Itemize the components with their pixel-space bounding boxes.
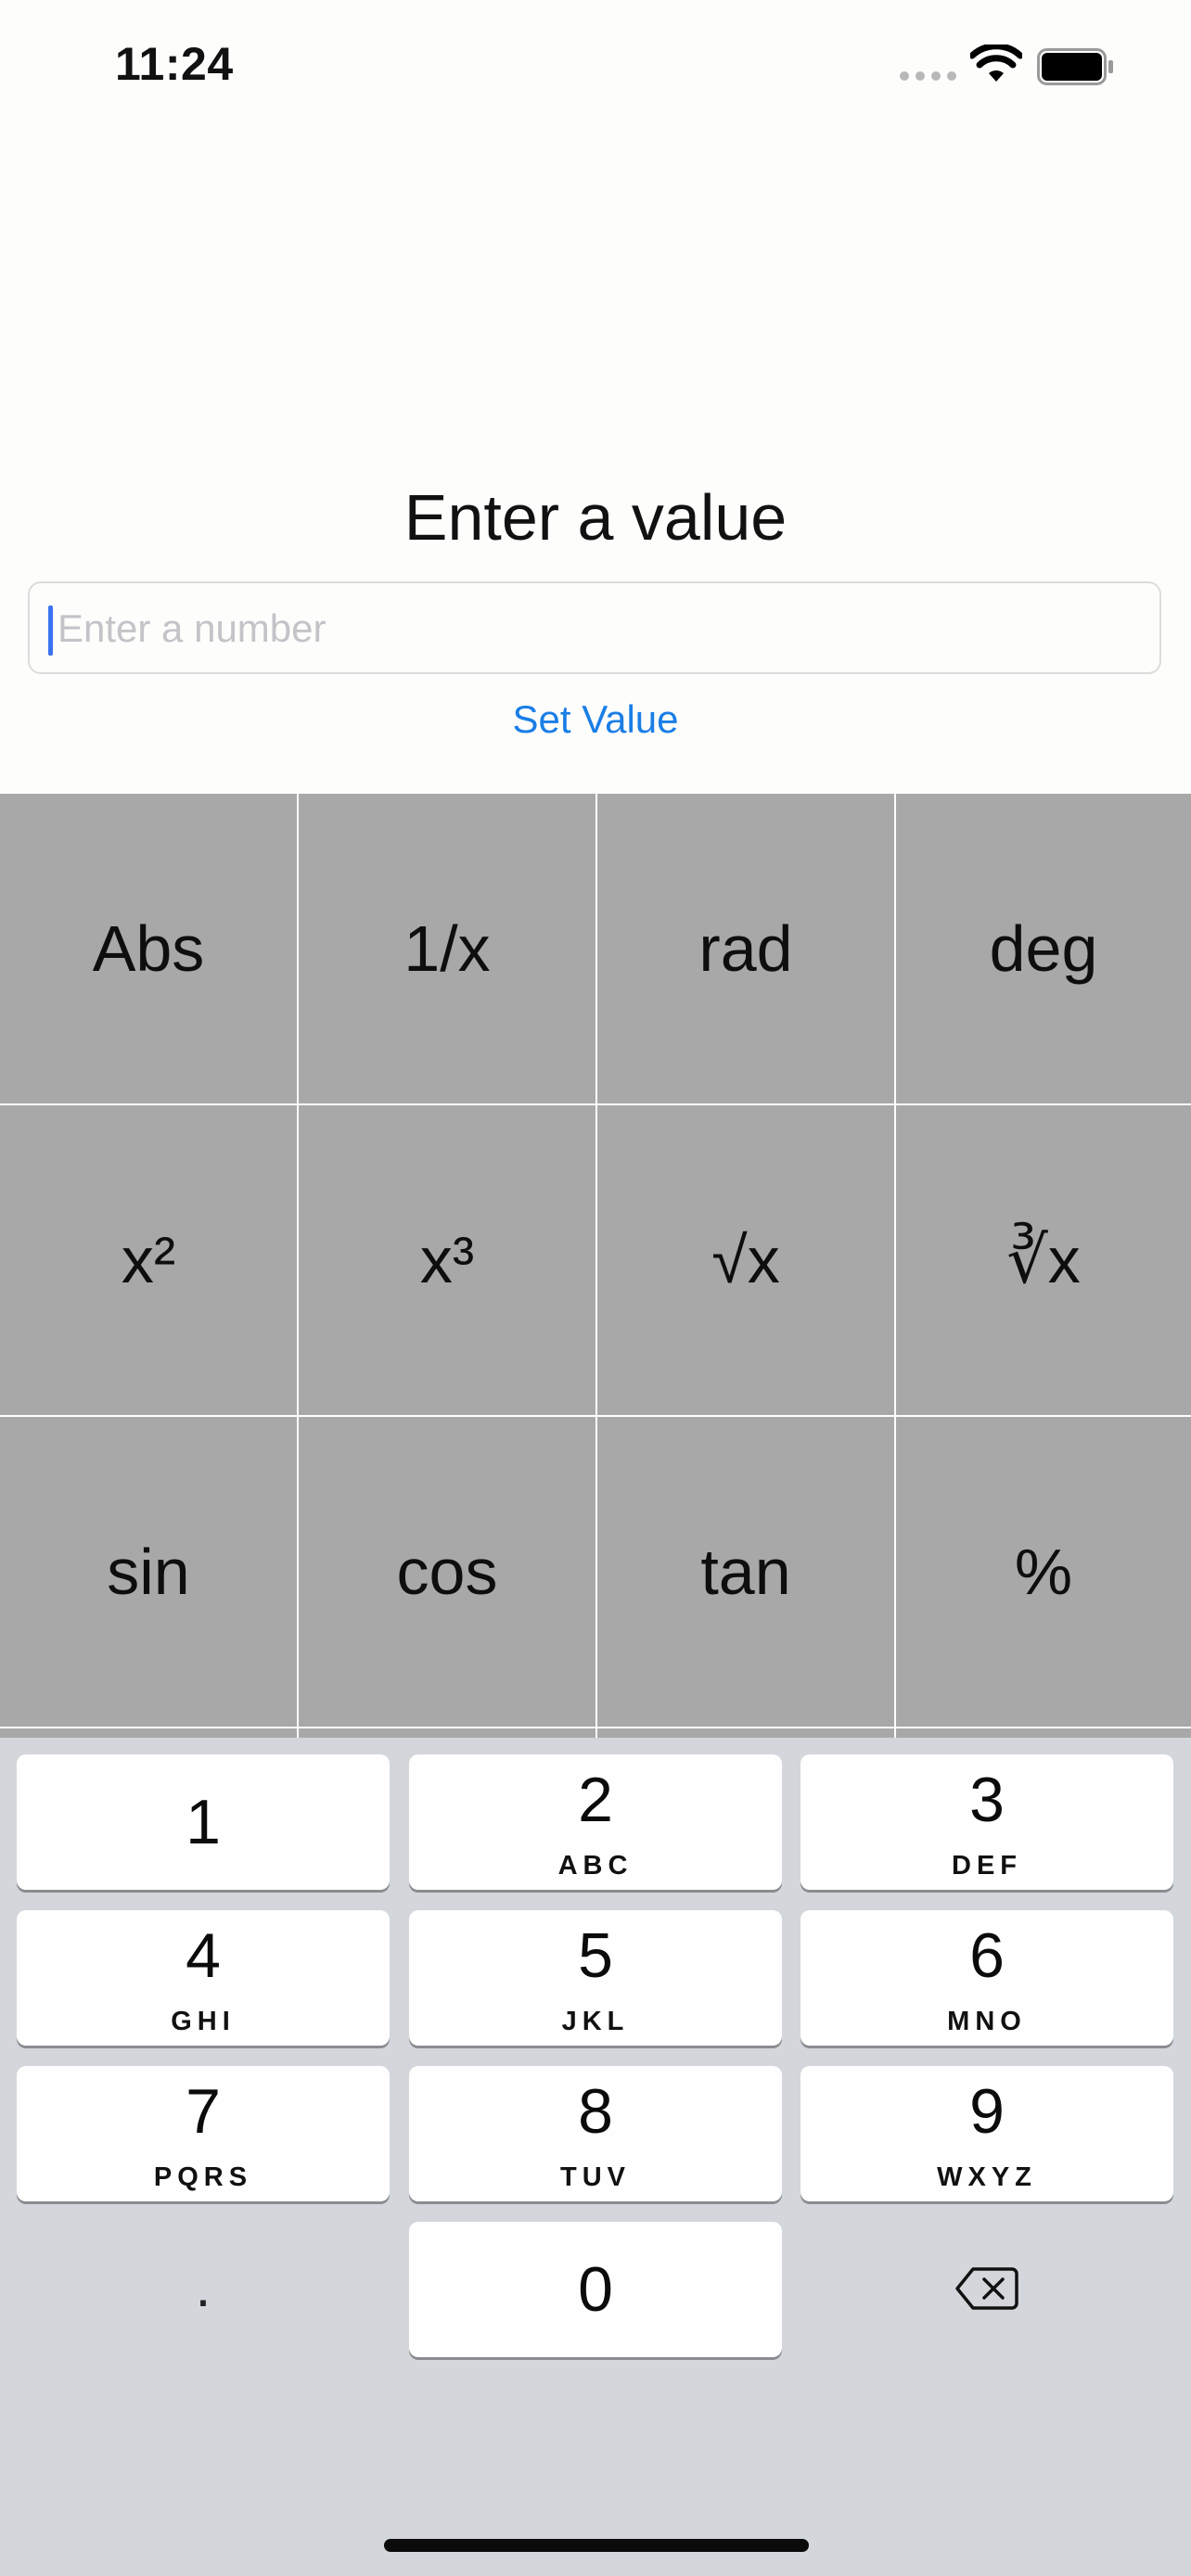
function-label: rad [698, 912, 793, 985]
key-letters: MNO [947, 2007, 1027, 2036]
key-6[interactable]: 6 MNO [800, 1910, 1173, 2046]
function-button[interactable]: x² [0, 1105, 297, 1415]
function-label: x² [121, 1224, 176, 1296]
key-digit: 7 [186, 2076, 221, 2147]
function-button-partial[interactable] [597, 1728, 894, 1738]
key-7[interactable]: 7 PQRS [17, 2066, 390, 2201]
key-digit: 9 [969, 2076, 1005, 2147]
function-button[interactable]: x³ [299, 1105, 596, 1415]
function-button[interactable]: rad [597, 794, 894, 1103]
decimal-label: . [195, 2256, 211, 2318]
function-label: cos [396, 1536, 498, 1608]
function-button[interactable]: % [896, 1417, 1191, 1727]
key-letters: PQRS [153, 2162, 253, 2192]
delete-key[interactable] [800, 2222, 1173, 2357]
function-label: ∛x [1006, 1224, 1081, 1296]
key-letters: DEF [952, 1851, 1022, 1881]
numeric-keyboard: 1 2 ABC 3 DEF 4 GHI 5 JKL 6 MNO 7 PQRS 8… [0, 1738, 1191, 2576]
function-label: 1/x [403, 912, 491, 985]
function-label: x³ [419, 1224, 475, 1296]
function-button[interactable]: cos [299, 1417, 596, 1727]
function-button[interactable]: √x [597, 1105, 894, 1415]
status-bar: 11:24 [0, 0, 1191, 139]
function-label: tan [700, 1536, 791, 1608]
key-digit: 8 [578, 2076, 613, 2147]
key-letters: WXYZ [937, 2162, 1037, 2192]
key-digit: 5 [578, 1920, 613, 1991]
function-label: sin [107, 1536, 190, 1608]
key-4[interactable]: 4 GHI [17, 1910, 390, 2046]
battery-full-icon [1037, 48, 1113, 85]
decimal-key[interactable]: . [17, 2222, 390, 2357]
function-button-partial[interactable] [896, 1728, 1191, 1738]
wifi-icon [970, 45, 1022, 82]
key-digit: 3 [969, 1765, 1005, 1835]
function-label: deg [989, 912, 1098, 985]
key-digit: 0 [578, 2254, 613, 2325]
function-button-partial[interactable] [299, 1728, 596, 1738]
function-button[interactable]: Abs [0, 794, 297, 1103]
key-2[interactable]: 2 ABC [409, 1754, 782, 1890]
status-time: 11:24 [115, 38, 234, 90]
key-8[interactable]: 8 TUV [409, 2066, 782, 2201]
function-button[interactable]: 1/x [299, 794, 596, 1103]
key-1[interactable]: 1 [17, 1754, 390, 1890]
key-letters: TUV [560, 2162, 631, 2192]
set-value-button[interactable]: Set Value [0, 697, 1191, 742]
function-button[interactable]: ∛x [896, 1105, 1191, 1415]
key-5[interactable]: 5 JKL [409, 1910, 782, 2046]
backspace-icon [955, 2267, 1018, 2310]
function-button[interactable]: sin [0, 1417, 297, 1727]
key-digit: 1 [186, 1787, 221, 1857]
key-letters: JKL [561, 2007, 630, 2036]
key-digit: 6 [969, 1920, 1005, 1991]
key-letters: ABC [557, 1851, 634, 1881]
function-label: % [1014, 1536, 1073, 1608]
key-3[interactable]: 3 DEF [800, 1754, 1173, 1890]
home-indicator [384, 2539, 809, 2552]
number-field[interactable] [28, 581, 1161, 674]
function-grid: Abs 1/x rad deg x² x³ √x ∛x sin cos tan% [0, 794, 1191, 1738]
function-button-partial[interactable] [0, 1728, 297, 1738]
key-digit: 2 [578, 1765, 613, 1835]
function-button[interactable]: tan [597, 1417, 894, 1727]
key-digit: 4 [186, 1920, 221, 1991]
page-title: Enter a value [403, 481, 788, 554]
function-button[interactable]: deg [896, 794, 1191, 1103]
key-9[interactable]: 9 WXYZ [800, 2066, 1173, 2201]
function-label: Abs [92, 912, 205, 985]
key-0[interactable]: 0 [409, 2222, 782, 2357]
cellular-signal-icon [900, 71, 957, 84]
number-input[interactable] [45, 583, 1154, 674]
function-label: √x [711, 1224, 780, 1296]
key-letters: GHI [171, 2007, 236, 2036]
